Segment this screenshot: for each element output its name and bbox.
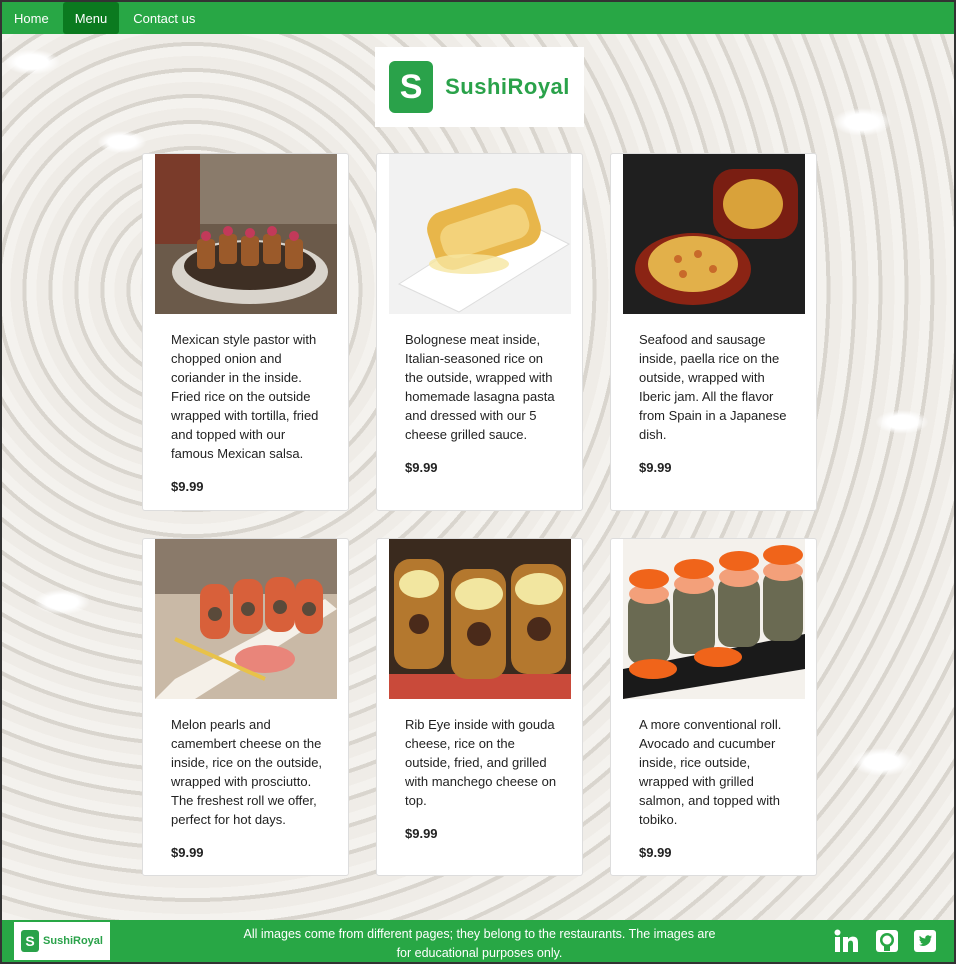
logo-mark-icon: S [389, 61, 434, 113]
menu-card: Rib Eye inside with gouda cheese, rice o… [376, 538, 583, 876]
footer-brand-name: SushiRoyal [43, 935, 103, 947]
sushi-photo [155, 539, 337, 699]
card-description: Melon pearls and camembert cheese on the… [171, 717, 323, 827]
nav-menu[interactable]: Menu [62, 2, 120, 34]
sushi-photo [389, 154, 571, 314]
logo-mark-icon: S [21, 930, 40, 952]
footer-disclaimer: All images come from different pages; th… [243, 927, 716, 960]
menu-card: Mexican style pastor with chopped onion … [142, 153, 349, 511]
card-price: $9.99 [405, 460, 438, 475]
menu-card: Melon pearls and camembert cheese on the… [142, 538, 349, 876]
nav-contact-us[interactable]: Contact us [121, 2, 207, 34]
card-description: Bolognese meat inside, Italian-seasoned … [405, 332, 555, 442]
card-price: $9.99 [405, 826, 438, 841]
menu-card: Seafood and sausage inside, paella rice … [610, 153, 817, 511]
card-price: $9.99 [171, 845, 204, 860]
card-description: A more conventional roll. Avocado and cu… [639, 717, 782, 827]
card-price: $9.99 [639, 460, 672, 475]
nav-home[interactable]: Home [2, 2, 61, 34]
linkedin-icon[interactable] [834, 928, 860, 954]
card-description: Mexican style pastor with chopped onion … [171, 332, 319, 461]
brand-name: SushiRoyal [445, 74, 570, 99]
card-description: Seafood and sausage inside, paella rice … [639, 332, 787, 442]
card-description: Rib Eye inside with gouda cheese, rice o… [405, 717, 557, 808]
menu-card: A more conventional roll. Avocado and cu… [610, 538, 817, 876]
github-icon[interactable] [874, 928, 900, 954]
brand-logo: S SushiRoyal [375, 47, 584, 127]
menu-card: Bolognese meat inside, Italian-seasoned … [376, 153, 583, 511]
site-footer: S SushiRoyal All images come from differ… [2, 920, 954, 962]
top-navbar: Home Menu Contact us [2, 2, 954, 34]
sushi-photo [623, 154, 805, 314]
sushi-photo [623, 539, 805, 699]
card-price: $9.99 [639, 845, 672, 860]
footer-logo: S SushiRoyal [14, 922, 110, 960]
sushi-photo [389, 539, 571, 699]
card-price: $9.99 [171, 479, 204, 494]
sushi-photo [155, 154, 337, 314]
twitter-icon[interactable] [912, 928, 938, 954]
